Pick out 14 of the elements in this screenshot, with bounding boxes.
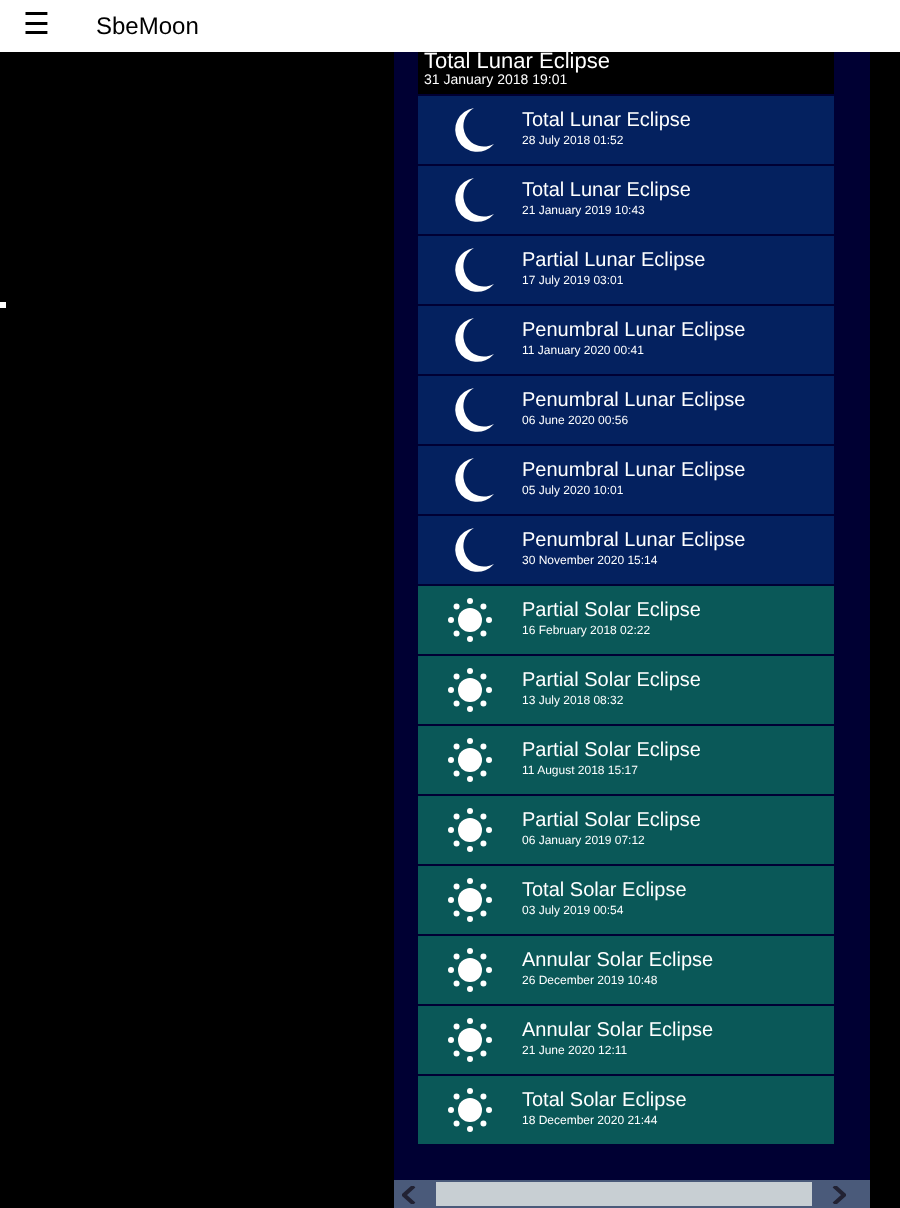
sun-icon [448,598,492,642]
sun-icon [448,878,492,922]
sun-icon [448,738,492,782]
sun-icon [448,808,492,852]
sun-icon [448,1088,492,1132]
menu-button[interactable]: ☰ [0,3,72,49]
scrollbar-thumb[interactable] [436,1182,812,1206]
scroll-left-icon[interactable] [402,1185,416,1203]
app-title: SbeMoon [96,10,199,44]
horizontal-scrollbar[interactable] [394,1180,870,1208]
sun-icon [448,1018,492,1062]
sun-icon [448,668,492,712]
sun-icon [448,948,492,992]
scroll-right-icon[interactable] [832,1185,846,1203]
